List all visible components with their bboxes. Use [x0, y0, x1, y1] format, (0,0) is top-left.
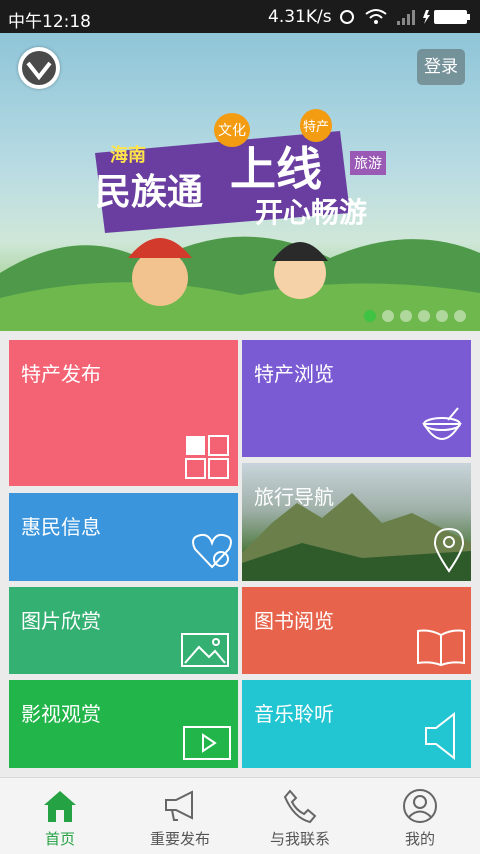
grid-icon	[185, 435, 229, 479]
banner-tag-special: 特产	[300, 109, 333, 142]
logo	[18, 47, 60, 89]
tile-picture-view[interactable]: 图片欣赏	[9, 587, 238, 674]
bottom-nav: 首页 重要发布 与我联系 我的	[0, 777, 480, 854]
tile-label: 音乐聆听	[254, 702, 334, 726]
banner-title-big: 上线	[230, 142, 322, 196]
home-icon	[44, 791, 76, 822]
nav-label: 我的	[404, 830, 435, 848]
tile-label: 特产发布	[21, 362, 101, 386]
tile-video-view[interactable]: 影视观赏	[9, 680, 238, 768]
nav-item-mine[interactable]: 我的	[360, 778, 480, 854]
tile-label: 图书阅览	[254, 609, 334, 633]
promo-banner[interactable]: 登录 海南 民族通 上线 文化 特产 旅游 开心畅游	[0, 33, 480, 331]
tile-specialty-browse[interactable]: 特产浏览	[242, 340, 471, 457]
phone-icon	[283, 789, 317, 824]
carousel-dot[interactable]	[364, 310, 376, 322]
carousel-dot[interactable]	[400, 310, 412, 322]
location-pin-icon	[433, 527, 465, 573]
megaphone-icon	[165, 790, 193, 821]
tile-label: 特产浏览	[254, 362, 334, 386]
nav-label: 首页	[44, 830, 75, 848]
nav-item-home[interactable]: 首页	[0, 778, 120, 854]
speaker-icon	[425, 712, 455, 760]
network-speed: 4.31K/s	[268, 7, 332, 27]
battery-icon	[423, 10, 470, 24]
wifi-icon	[365, 9, 387, 24]
signal-icon	[397, 10, 415, 25]
user-icon	[403, 789, 437, 823]
banner-tag-travel: 旅游	[350, 151, 386, 175]
play-icon	[183, 726, 231, 760]
picture-icon	[181, 633, 229, 667]
tile-label: 图片欣赏	[21, 609, 101, 633]
tile-label: 旅行导航	[254, 485, 334, 509]
tile-book-read[interactable]: 图书阅览	[242, 587, 471, 674]
book-icon	[417, 629, 465, 667]
banner-title-main: 民族通	[95, 172, 204, 213]
tile-label: 影视观赏	[21, 702, 101, 726]
tile-specialty-publish[interactable]: 特产发布	[9, 340, 238, 486]
carousel-dot[interactable]	[418, 310, 430, 322]
banner-tag-culture: 文化	[214, 113, 250, 147]
tile-label: 惠民信息	[21, 515, 101, 539]
sync-icon	[340, 10, 354, 24]
status-bar: 中午12:18 4.31K/s	[0, 0, 480, 33]
nav-item-contact[interactable]: 与我联系	[240, 778, 360, 854]
carousel-dot[interactable]	[436, 310, 448, 322]
nav-item-important[interactable]: 重要发布	[120, 778, 240, 854]
carousel-dots[interactable]	[364, 307, 472, 326]
nav-label: 与我联系	[269, 830, 330, 848]
status-time: 中午12:18	[8, 12, 91, 32]
carousel-dot[interactable]	[454, 310, 466, 322]
tile-music-listen[interactable]: 音乐聆听	[242, 680, 471, 768]
logo-icon	[22, 51, 56, 85]
login-button[interactable]: 登录	[417, 49, 465, 85]
coconut-icon	[422, 407, 462, 440]
nav-label: 重要发布	[149, 830, 210, 848]
banner-subtitle: 开心畅游	[255, 196, 368, 229]
tile-benefit-info[interactable]: 惠民信息	[9, 493, 238, 581]
tile-travel-nav[interactable]: 旅行导航	[242, 463, 471, 581]
heart-question-icon	[192, 533, 232, 569]
carousel-dot[interactable]	[382, 310, 394, 322]
